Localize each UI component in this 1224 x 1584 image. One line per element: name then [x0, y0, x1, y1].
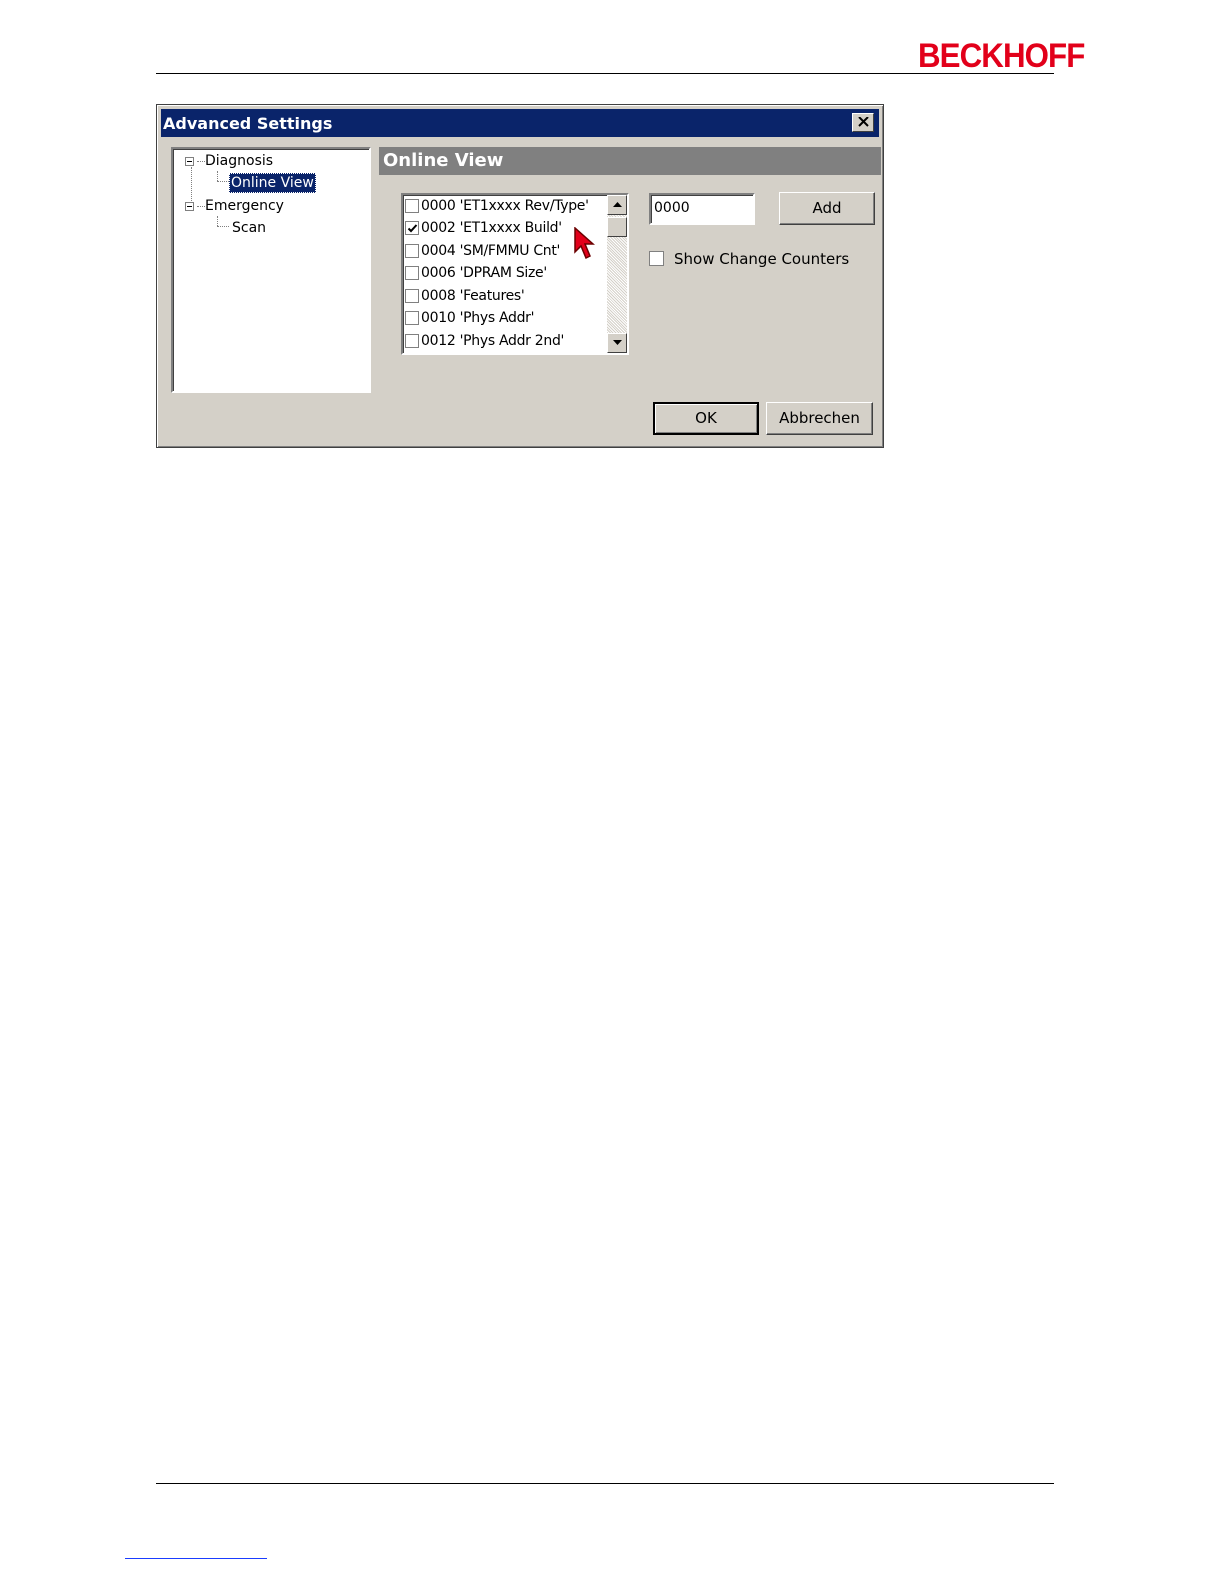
title-bar[interactable]: Advanced Settings [161, 109, 879, 137]
close-icon [858, 117, 869, 127]
list-item[interactable]: 0008 'Features' [405, 285, 605, 307]
tree-label: Emergency [205, 198, 284, 214]
list-item-label: 0002 'ET1xxxx Build' [421, 220, 562, 236]
checkbox[interactable] [405, 311, 419, 325]
collapse-icon[interactable] [185, 202, 194, 211]
list-item-label: 0010 'Phys Addr' [421, 310, 535, 326]
panel-title: Online View [379, 147, 881, 175]
tree-label: Diagnosis [205, 153, 274, 169]
checkbox[interactable] [405, 244, 419, 258]
collapse-icon[interactable] [185, 157, 194, 166]
footer-link-underline[interactable] [125, 1558, 267, 1559]
mouse-pointer-icon [574, 227, 595, 260]
checkbox[interactable] [405, 199, 419, 213]
scroll-up-button[interactable] [607, 195, 627, 215]
advanced-settings-dialog: Advanced Settings Diagnosis Online View … [156, 104, 884, 448]
option-label: Show Change Counters [674, 250, 850, 268]
header-rule [156, 73, 1054, 74]
arrow-down-icon [613, 340, 622, 345]
list-item-label: 0008 'Features' [421, 288, 525, 304]
list-item-label: 0012 'Phys Addr 2nd' [421, 333, 565, 349]
tree-node-diagnosis[interactable]: Diagnosis [173, 151, 363, 171]
add-button[interactable]: Add [779, 192, 875, 225]
close-button[interactable] [852, 113, 874, 132]
vertical-scrollbar[interactable] [607, 195, 627, 353]
ok-button[interactable]: OK [653, 402, 759, 435]
list-item-label: 0004 'SM/FMMU Cnt' [421, 243, 561, 259]
checkbox[interactable] [405, 334, 419, 348]
list-item[interactable]: 0006 'DPRAM Size' [405, 262, 605, 284]
tree-label: Scan [232, 220, 267, 236]
list-item-label: 0000 'ET1xxxx Rev/Type' [421, 198, 589, 214]
tree-label: Online View [229, 173, 316, 193]
tree-node-online-view[interactable]: Online View [173, 173, 363, 193]
checkbox[interactable] [405, 221, 419, 235]
beckhoff-logo: BECKHOFF [918, 37, 1085, 75]
arrow-up-icon [613, 202, 622, 207]
footer-rule [156, 1483, 1054, 1484]
settings-tree[interactable]: Diagnosis Online View Emergency Scan [171, 147, 371, 393]
tree-node-emergency[interactable]: Emergency [173, 196, 363, 216]
scroll-down-button[interactable] [607, 333, 627, 353]
list-item[interactable]: 0010 'Phys Addr' [405, 307, 605, 329]
scroll-thumb[interactable] [607, 217, 627, 237]
list-item[interactable]: 0012 'Phys Addr 2nd' [405, 330, 605, 352]
check-icon [407, 224, 418, 233]
list-item-label: 0006 'DPRAM Size' [421, 265, 547, 281]
address-input[interactable]: 0000 [649, 193, 755, 225]
dialog-title: Advanced Settings [163, 114, 333, 133]
register-list[interactable]: 0000 'ET1xxxx Rev/Type' 0002 'ET1xxxx Bu… [401, 193, 629, 355]
tree-node-scan[interactable]: Scan [173, 218, 363, 238]
checkbox[interactable] [405, 289, 419, 303]
show-change-counters-checkbox[interactable] [649, 251, 664, 266]
list-item[interactable]: 0000 'ET1xxxx Rev/Type' [405, 195, 605, 217]
checkbox[interactable] [405, 266, 419, 280]
cancel-button[interactable]: Abbrechen [766, 402, 873, 435]
